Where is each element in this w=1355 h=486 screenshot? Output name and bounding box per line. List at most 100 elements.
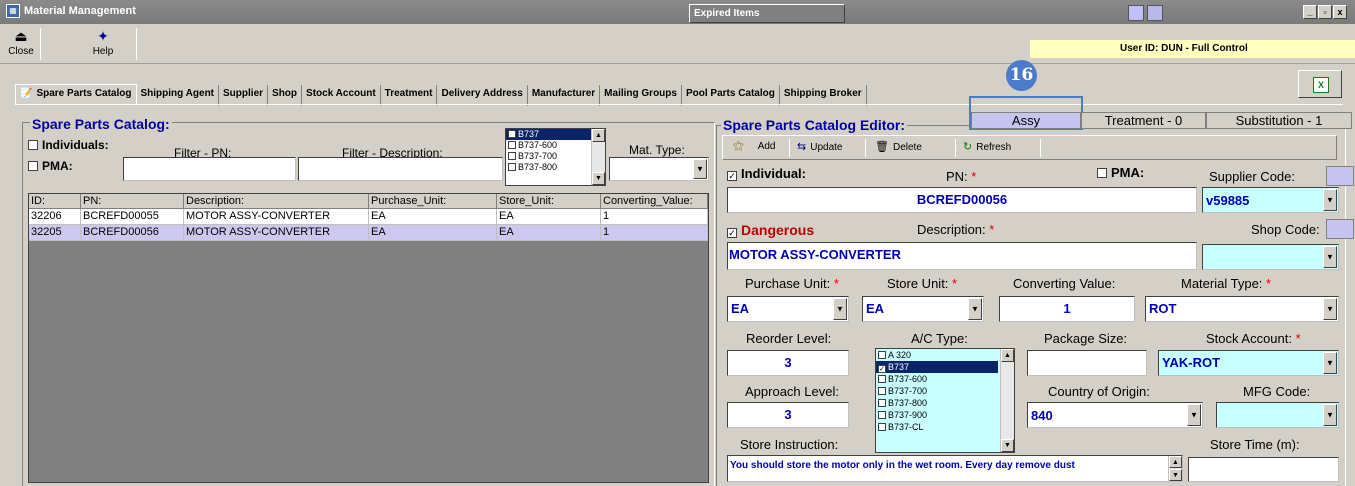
- column-header[interactable]: Purchase_Unit:: [369, 194, 497, 209]
- column-header[interactable]: Converting_Value:: [601, 194, 708, 209]
- pma-field[interactable]: PMA:: [1097, 165, 1144, 180]
- scroll-up-icon[interactable]: ▲: [1001, 349, 1014, 362]
- minimize-button[interactable]: _: [1303, 5, 1317, 19]
- refresh-button[interactable]: ↻ Refresh: [963, 140, 1011, 153]
- delete-button[interactable]: 🗑 Delete: [875, 140, 922, 153]
- close-window-button[interactable]: x: [1333, 5, 1347, 19]
- list-item[interactable]: B737-600: [876, 373, 1014, 385]
- list-checkbox[interactable]: [508, 141, 516, 149]
- chevron-down-icon[interactable]: [833, 298, 847, 320]
- list-item[interactable]: B737-900: [876, 409, 1014, 421]
- approach-level-input[interactable]: 3: [727, 402, 849, 428]
- country-of-origin-select[interactable]: 840: [1027, 402, 1203, 428]
- pn-input[interactable]: BCREFD00056: [727, 187, 1197, 213]
- store-time-input[interactable]: [1188, 457, 1339, 482]
- individual-checkbox[interactable]: ✓: [727, 171, 737, 181]
- chevron-down-icon[interactable]: [1323, 404, 1337, 426]
- export-excel-button[interactable]: X: [1298, 70, 1342, 98]
- filter-description-input[interactable]: [298, 157, 503, 181]
- list-scrollbar[interactable]: ▲ ▼: [1000, 349, 1014, 452]
- tab-stock-account[interactable]: Stock Account: [302, 85, 381, 106]
- chevron-down-icon[interactable]: [968, 298, 982, 320]
- list-item[interactable]: B737-800: [876, 397, 1014, 409]
- chevron-down-icon[interactable]: [1187, 404, 1201, 426]
- list-item[interactable]: B737-700: [876, 385, 1014, 397]
- pma-checkbox[interactable]: [1097, 168, 1107, 178]
- help-button[interactable]: ✦ Help: [88, 28, 118, 62]
- list-checkbox[interactable]: [878, 387, 886, 395]
- list-checkbox[interactable]: [508, 152, 516, 160]
- tab-supplier[interactable]: Supplier: [219, 85, 269, 106]
- chevron-down-icon[interactable]: [1323, 352, 1337, 374]
- list-item[interactable]: B737-CL: [876, 421, 1014, 433]
- dangerous-checkbox[interactable]: ✓: [727, 228, 737, 238]
- ac-filter-list[interactable]: B737 B737-600 B737-700 B737-800 ▲ ▼: [505, 128, 606, 186]
- purchase-unit-select[interactable]: EA: [727, 296, 849, 322]
- scroll-down-icon[interactable]: ▼: [592, 172, 605, 185]
- chevron-down-icon[interactable]: [1323, 298, 1337, 320]
- individuals-checkbox[interactable]: [28, 140, 38, 150]
- tab-assy[interactable]: Assy: [971, 112, 1081, 129]
- pma-filter[interactable]: PMA:: [28, 159, 73, 173]
- individuals-filter[interactable]: Individuals:: [28, 138, 109, 152]
- column-header[interactable]: Store_Unit:: [497, 194, 601, 209]
- dangerous-field[interactable]: ✓ Dangerous: [727, 222, 814, 238]
- scroll-down-icon[interactable]: ▼: [1001, 439, 1014, 452]
- add-button[interactable]: ⚝ Add: [733, 140, 776, 153]
- ac-type-list[interactable]: A 320 ✓ B737 B737-600 B737-700 B737-800 B…: [875, 348, 1015, 453]
- chevron-down-icon[interactable]: [1323, 246, 1337, 268]
- update-button[interactable]: ⇆ Update: [797, 140, 842, 153]
- list-checkbox[interactable]: [878, 423, 886, 431]
- material-type-select[interactable]: ROT: [1145, 296, 1339, 322]
- tab-spare-parts-catalog[interactable]: 📝 Spare Parts Catalog: [15, 84, 137, 105]
- supplier-code-lookup-button[interactable]: [1326, 166, 1354, 186]
- chevron-down-icon[interactable]: [693, 159, 707, 179]
- tab-pool-parts-catalog[interactable]: Pool Parts Catalog: [682, 85, 780, 106]
- list-checkbox[interactable]: ✓: [878, 365, 886, 373]
- list-checkbox[interactable]: [508, 163, 516, 171]
- tab-delivery-address[interactable]: Delivery Address: [437, 85, 528, 106]
- store-unit-select[interactable]: EA: [862, 296, 984, 322]
- converting-value-input[interactable]: 1: [999, 296, 1135, 322]
- list-checkbox[interactable]: [878, 399, 886, 407]
- store-instruction-textarea[interactable]: You should store the motor only in the w…: [727, 455, 1183, 482]
- reorder-level-input[interactable]: 3: [727, 350, 849, 376]
- description-input[interactable]: MOTOR ASSY-CONVERTER: [727, 242, 1197, 270]
- scroll-down-icon[interactable]: ▼: [1169, 469, 1182, 481]
- chevron-down-icon[interactable]: [1323, 189, 1337, 211]
- list-item[interactable]: A 320: [876, 349, 1014, 361]
- column-header[interactable]: ID:: [29, 194, 81, 209]
- tab-mailing-groups[interactable]: Mailing Groups: [600, 85, 682, 106]
- taskbar-app-icon[interactable]: [1128, 5, 1144, 21]
- tab-treatment[interactable]: Treatment: [381, 85, 438, 106]
- expired-items-tab[interactable]: Expired Items: [689, 4, 845, 23]
- scroll-up-icon[interactable]: ▲: [1169, 456, 1182, 468]
- tab-shop[interactable]: Shop: [268, 85, 303, 106]
- tab-shipping-agent[interactable]: Shipping Agent: [137, 85, 220, 106]
- column-header[interactable]: PN:: [81, 194, 184, 209]
- supplier-code-select[interactable]: v59885: [1202, 187, 1339, 213]
- close-button[interactable]: ⏏ Close: [6, 28, 36, 62]
- maximize-button[interactable]: ▫: [1318, 5, 1332, 19]
- stock-account-select[interactable]: YAK-ROT: [1158, 350, 1339, 376]
- pma-checkbox[interactable]: [28, 161, 38, 171]
- tab-shipping-broker[interactable]: Shipping Broker: [780, 85, 867, 106]
- tab-substitution-count[interactable]: Substitution - 1: [1206, 112, 1352, 129]
- list-checkbox[interactable]: [878, 351, 886, 359]
- scroll-up-icon[interactable]: ▲: [592, 129, 605, 142]
- mfg-code-select[interactable]: [1216, 402, 1339, 428]
- individual-field[interactable]: ✓ Individual:: [727, 166, 806, 181]
- mat-type-select[interactable]: [609, 157, 709, 181]
- list-checkbox[interactable]: [878, 411, 886, 419]
- list-scrollbar[interactable]: ▲ ▼: [591, 129, 605, 185]
- tab-manufacturer[interactable]: Manufacturer: [528, 85, 601, 106]
- list-checkbox[interactable]: [878, 375, 886, 383]
- shop-code-lookup-button[interactable]: [1326, 219, 1354, 239]
- filter-pn-input[interactable]: [123, 157, 296, 181]
- list-item[interactable]: ✓ B737: [876, 361, 998, 373]
- list-checkbox[interactable]: [508, 130, 516, 138]
- shop-code-select[interactable]: [1202, 244, 1339, 270]
- package-size-input[interactable]: [1027, 350, 1147, 376]
- taskbar-app-icon-2[interactable]: [1147, 5, 1163, 21]
- textarea-scrollbar[interactable]: ▲ ▼: [1168, 456, 1182, 481]
